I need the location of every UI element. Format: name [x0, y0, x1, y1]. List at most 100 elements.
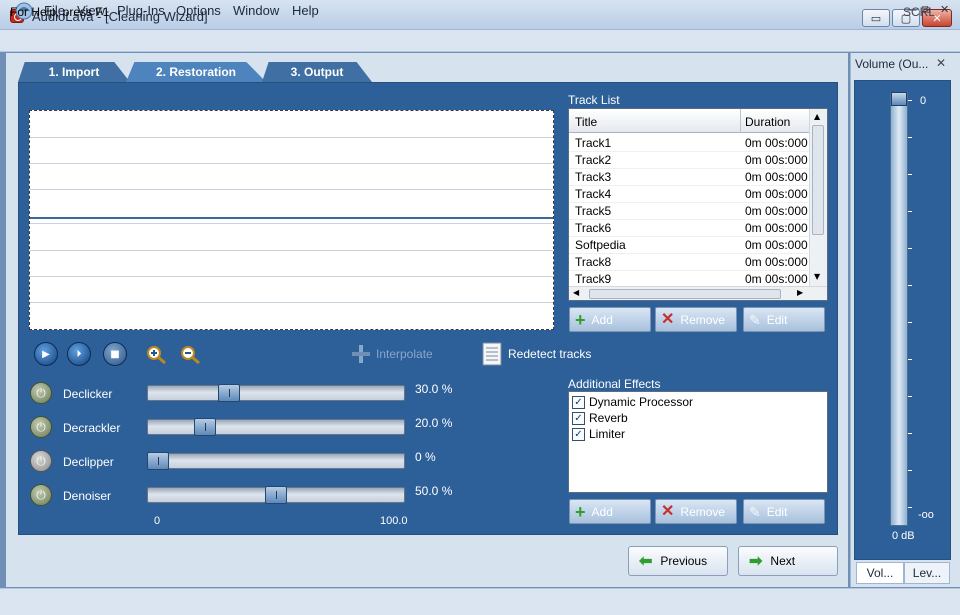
tab-restoration-label: 2. Restoration [155, 65, 236, 79]
additional-effect-item[interactable]: ✓ Limiter [572, 426, 625, 442]
add-icon: + [575, 501, 586, 522]
power-toggle-declipper[interactable]: ⏻ [30, 450, 52, 472]
track-title: Track6 [575, 221, 612, 235]
effect-remove-button[interactable]: ✕ Remove [655, 499, 737, 524]
track-row[interactable]: Track3 0m 00s:000 [569, 169, 809, 186]
additional-effect-item[interactable]: ✓ Reverb [572, 410, 628, 426]
track-remove-button[interactable]: ✕ Remove [655, 307, 737, 332]
redetect-tracks-button[interactable]: Redetect tracks [482, 341, 591, 367]
tab-import[interactable]: 1. Import [18, 62, 130, 82]
column-duration[interactable]: Duration [745, 115, 790, 129]
volume-tick [908, 211, 912, 212]
track-duration: 0m 00s:000 [745, 170, 808, 184]
scroll-up-icon[interactable]: ▲ [814, 112, 820, 121]
track-duration: 0m 00s:000 [745, 153, 808, 167]
volume-slider-thumb[interactable] [891, 92, 907, 106]
volume-tick [908, 396, 912, 397]
zoom-out-icon[interactable] [180, 345, 202, 365]
volume-tick [908, 470, 912, 471]
play-button[interactable]: ▶ [34, 342, 58, 366]
tab-output-label: 3. Output [290, 65, 344, 79]
tab-restoration[interactable]: 2. Restoration [126, 62, 266, 82]
volume-pane-close-icon[interactable]: ✕ [936, 56, 946, 70]
effect-edit-button[interactable]: ✎ Edit [743, 499, 825, 524]
track-row[interactable]: Track2 0m 00s:000 [569, 152, 809, 169]
additional-effects-list[interactable]: ✓ Dynamic Processor ✓ Reverb ✓ Limiter [568, 391, 828, 493]
power-toggle-decrackler[interactable]: ⏻ [30, 416, 52, 438]
pane-tab-levels-label: Lev... [912, 566, 942, 580]
waveform-centerline [30, 217, 553, 219]
additional-effect-label: Dynamic Processor [589, 395, 694, 409]
track-title: Track9 [575, 272, 612, 286]
slider-decrackler[interactable] [147, 419, 405, 435]
waveform-display[interactable] [29, 110, 554, 330]
volume-tick [908, 322, 912, 323]
vscroll-thumb[interactable] [812, 125, 824, 235]
hscroll-thumb[interactable] [589, 289, 781, 299]
power-toggle-declicker[interactable]: ⏻ [30, 382, 52, 404]
scroll-left-icon[interactable]: ◀ [573, 288, 579, 297]
additional-effect-item[interactable]: ✓ Dynamic Processor [572, 394, 693, 410]
track-list-header: Title Duration [569, 109, 809, 133]
track-row[interactable]: Track6 0m 00s:000 [569, 220, 809, 237]
slider-declicker[interactable] [147, 385, 405, 401]
tab-output[interactable]: 3. Output [262, 62, 372, 82]
checkbox[interactable]: ✓ [572, 427, 585, 441]
previous-button[interactable]: ⬅ Previous [628, 546, 728, 576]
track-duration: 0m 00s:000 [745, 136, 808, 150]
volume-tick [908, 248, 912, 249]
previous-label: Previous [660, 554, 708, 568]
menu-options[interactable]: Options [176, 3, 221, 18]
track-row[interactable]: Track1 0m 00s:000 [569, 135, 809, 152]
play-selection-button[interactable]: ⏵ [67, 342, 91, 366]
scroll-right-icon[interactable]: ▶ [797, 288, 803, 297]
checkbox[interactable]: ✓ [572, 395, 585, 409]
minimize-button[interactable]: ▭ [862, 9, 890, 27]
interpolate-button[interactable]: Interpolate [350, 343, 433, 365]
slider-thumb-denoiser[interactable] [265, 486, 287, 504]
track-row[interactable]: Track8 0m 00s:000 [569, 254, 809, 271]
additional-effect-label: Limiter [589, 427, 626, 441]
track-add-button[interactable]: + Add [569, 307, 651, 332]
track-list-vscrollbar[interactable]: ▲ ▼ [809, 109, 827, 286]
track-row[interactable]: Softpedia 0m 00s:000 [569, 237, 809, 254]
power-icon: ⏻ [36, 385, 46, 400]
waveform-gridline [30, 189, 553, 190]
menu-plug-ins[interactable]: Plug-Ins [117, 3, 165, 18]
track-duration: 0m 00s:000 [745, 238, 808, 252]
effect-add-button[interactable]: + Add [569, 499, 651, 524]
slider-thumb-decrackler[interactable] [194, 418, 217, 436]
power-icon: ⏻ [36, 419, 46, 434]
slider-thumb-declipper[interactable] [147, 452, 169, 470]
track-row[interactable]: Track5 0m 00s:000 [569, 203, 809, 220]
waveform-gridline [30, 163, 553, 164]
zoom-in-icon[interactable] [146, 345, 168, 365]
volume-slider-track[interactable] [890, 92, 908, 526]
stop-button[interactable]: ■ [103, 342, 127, 366]
column-title[interactable]: Title [575, 115, 597, 129]
slider-value-decrackler: 20.0 % [415, 416, 453, 430]
column-separator[interactable] [740, 109, 741, 133]
mdi-close-icon[interactable]: ✕ [940, 3, 949, 16]
slider-thumb-declicker[interactable] [217, 384, 240, 402]
track-duration: 0m 00s:000 [745, 187, 808, 201]
track-list-label: Track List [568, 93, 620, 107]
track-list[interactable]: Title Duration Track1 0m 00s:000 Track2 0m … [568, 108, 828, 301]
track-row[interactable]: Track4 0m 00s:000 [569, 186, 809, 203]
next-button[interactable]: ➡ Next [738, 546, 838, 576]
edit-icon: ✎ [749, 311, 761, 328]
track-edit-button[interactable]: ✎ Edit [743, 307, 825, 332]
effect-edit-label: Edit [766, 504, 788, 519]
slider-scale-max: 100.0 [380, 515, 408, 527]
track-list-hscrollbar[interactable]: ◀ ▶ [569, 286, 827, 300]
menu-help[interactable]: Help [292, 3, 319, 18]
scroll-down-icon[interactable]: ▼ [814, 272, 820, 281]
checkbox[interactable]: ✓ [572, 411, 585, 425]
track-title: Track8 [575, 255, 612, 269]
menu-window[interactable]: Window [233, 3, 279, 18]
power-toggle-denoiser[interactable]: ⏻ [30, 484, 52, 506]
track-title: Track3 [575, 170, 612, 184]
pane-tab-volume[interactable]: Vol... [856, 562, 904, 584]
pane-tab-levels[interactable]: Lev... [904, 562, 950, 584]
slider-declipper[interactable] [147, 453, 405, 469]
